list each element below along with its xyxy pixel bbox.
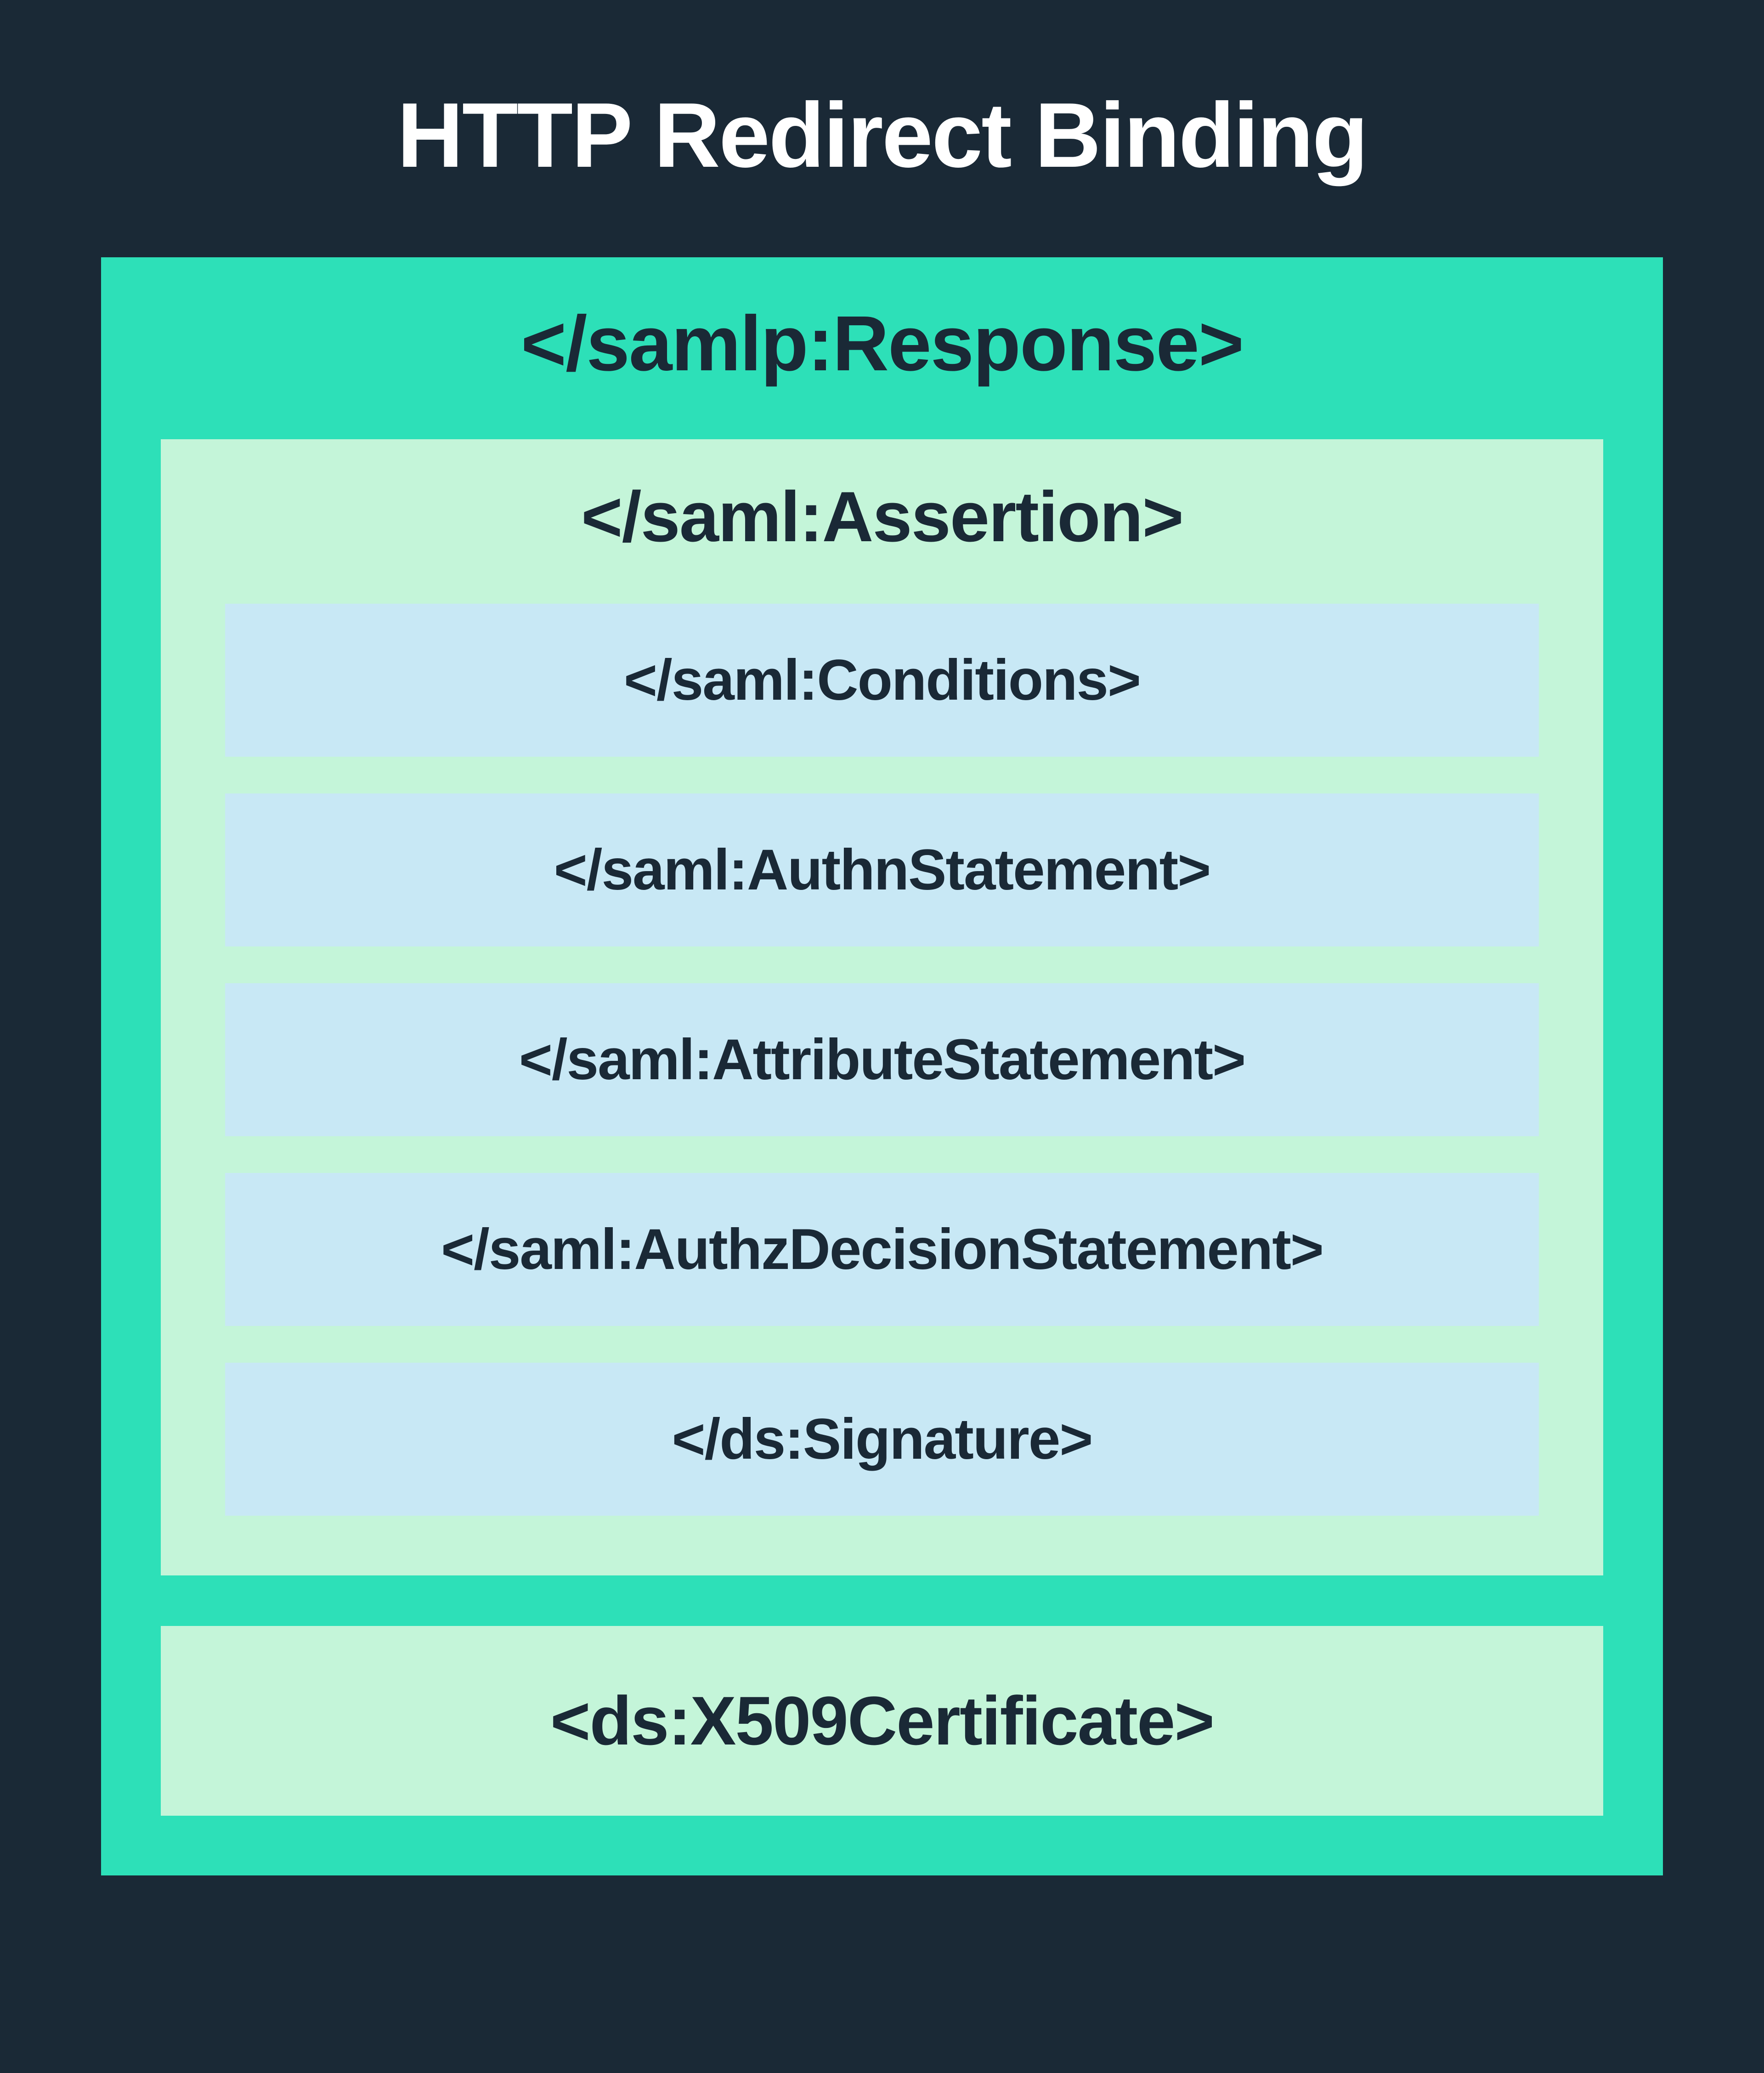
element-attribute-statement: </saml:AttributeStatement> — [225, 983, 1539, 1136]
element-label: </saml:AuthnStatement> — [554, 837, 1210, 903]
assertion-container: </saml:Assertion> </saml:Conditions> </s… — [161, 439, 1603, 1575]
element-authn-statement: </saml:AuthnStatement> — [225, 793, 1539, 946]
element-conditions: </saml:Conditions> — [225, 604, 1539, 757]
element-label: </saml:AuthzDecisionStatement> — [441, 1217, 1323, 1282]
element-signature: </ds:Signature> — [225, 1363, 1539, 1516]
element-authz-decision-statement: </saml:AuthzDecisionStatement> — [225, 1173, 1539, 1326]
element-label: </ds:Signature> — [672, 1406, 1092, 1472]
page-title: HTTP Redirect Binding — [397, 83, 1367, 188]
certificate-container: <ds:X509Certificate> — [161, 1626, 1603, 1816]
certificate-label: <ds:X509Certificate> — [550, 1681, 1214, 1761]
assertion-label: </saml:Assertion> — [581, 476, 1183, 558]
response-container: </samlp:Response> </saml:Assertion> </sa… — [101, 257, 1663, 1875]
element-label: </saml:AttributeStatement> — [519, 1027, 1245, 1093]
element-label: </saml:Conditions> — [624, 647, 1140, 713]
response-label: </samlp:Response> — [521, 299, 1243, 389]
